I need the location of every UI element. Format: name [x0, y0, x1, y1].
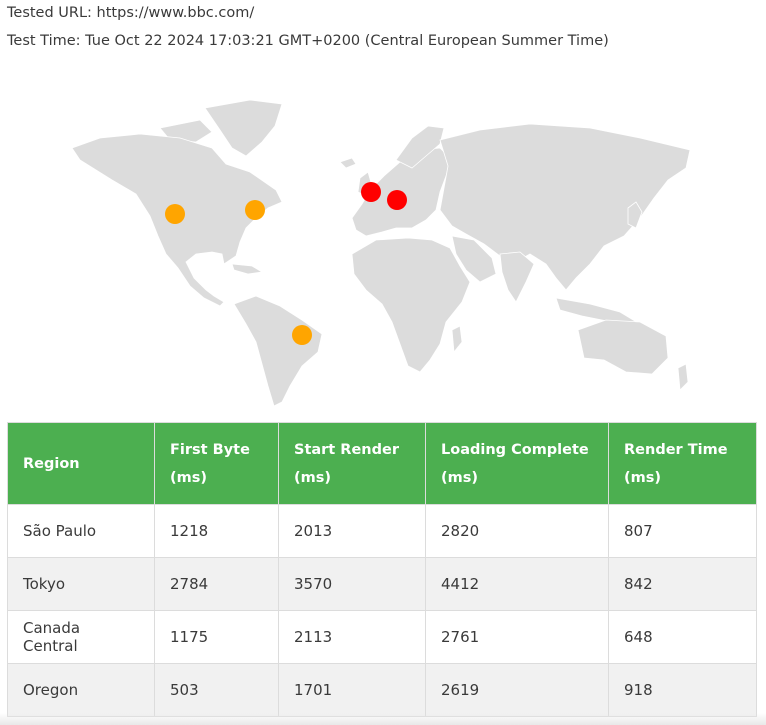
cell-start-render: 3570 — [278, 557, 426, 611]
column-header-loading-complete: Loading Complete (ms) — [425, 422, 609, 505]
table-row: São Paulo 1218 2013 2820 807 — [7, 504, 757, 558]
cell-render-time: 918 — [608, 663, 757, 717]
table-row: Tokyo 2784 3570 4412 842 — [7, 557, 757, 611]
world-map-land — [71, 99, 691, 407]
cell-render-time: 842 — [608, 557, 757, 611]
column-header-render-time: Render Time (ms) — [608, 422, 757, 505]
caribbean-shape — [231, 263, 264, 275]
greenland-shape — [204, 99, 283, 157]
cell-start-render: 1701 — [278, 663, 426, 717]
cell-render-time: 807 — [608, 504, 757, 558]
tested-url-text: Tested URL: https://www.bbc.com/ — [7, 5, 255, 21]
cell-loading-complete: 2619 — [425, 663, 609, 717]
india-shape — [499, 251, 535, 303]
cell-loading-complete: 2761 — [425, 610, 609, 664]
marker-sao-paulo — [292, 325, 312, 345]
column-header-first-byte: First Byte (ms) — [154, 422, 279, 505]
cell-region: Canada Central — [7, 610, 155, 664]
iceland-shape — [339, 157, 357, 169]
cell-region: Tokyo — [7, 557, 155, 611]
table-row: Canada Central 1175 2113 2761 648 — [7, 610, 757, 664]
test-time-text: Test Time: Tue Oct 22 2024 17:03:21 GMT+… — [7, 33, 609, 49]
africa-shape — [351, 237, 471, 373]
cell-loading-complete: 4412 — [425, 557, 609, 611]
cell-first-byte: 2784 — [154, 557, 279, 611]
australia-shape — [577, 319, 669, 375]
world-map — [0, 68, 766, 408]
cell-first-byte: 1175 — [154, 610, 279, 664]
cell-start-render: 2113 — [278, 610, 426, 664]
south-america-shape — [233, 295, 323, 407]
new-zealand-shape — [677, 363, 689, 391]
cell-start-render: 2013 — [278, 504, 426, 558]
scroll-fade — [0, 713, 766, 725]
cell-loading-complete: 2820 — [425, 504, 609, 558]
cell-region: Oregon — [7, 663, 155, 717]
marker-frankfurt — [387, 190, 407, 210]
results-table: Region First Byte (ms) Start Render (ms) L… — [7, 422, 757, 717]
table-header-row: Region First Byte (ms) Start Render (ms) L… — [7, 422, 757, 505]
cell-first-byte: 503 — [154, 663, 279, 717]
marker-london — [361, 182, 381, 202]
marker-oregon — [165, 204, 185, 224]
column-header-region: Region — [7, 422, 155, 505]
cell-render-time: 648 — [608, 610, 757, 664]
cell-region: São Paulo — [7, 504, 155, 558]
cell-first-byte: 1218 — [154, 504, 279, 558]
marker-canada-central — [245, 200, 265, 220]
table-row: Oregon 503 1701 2619 918 — [7, 663, 757, 717]
indonesia-shape — [555, 297, 641, 325]
madagascar-shape — [451, 325, 463, 354]
column-header-start-render: Start Render (ms) — [278, 422, 426, 505]
